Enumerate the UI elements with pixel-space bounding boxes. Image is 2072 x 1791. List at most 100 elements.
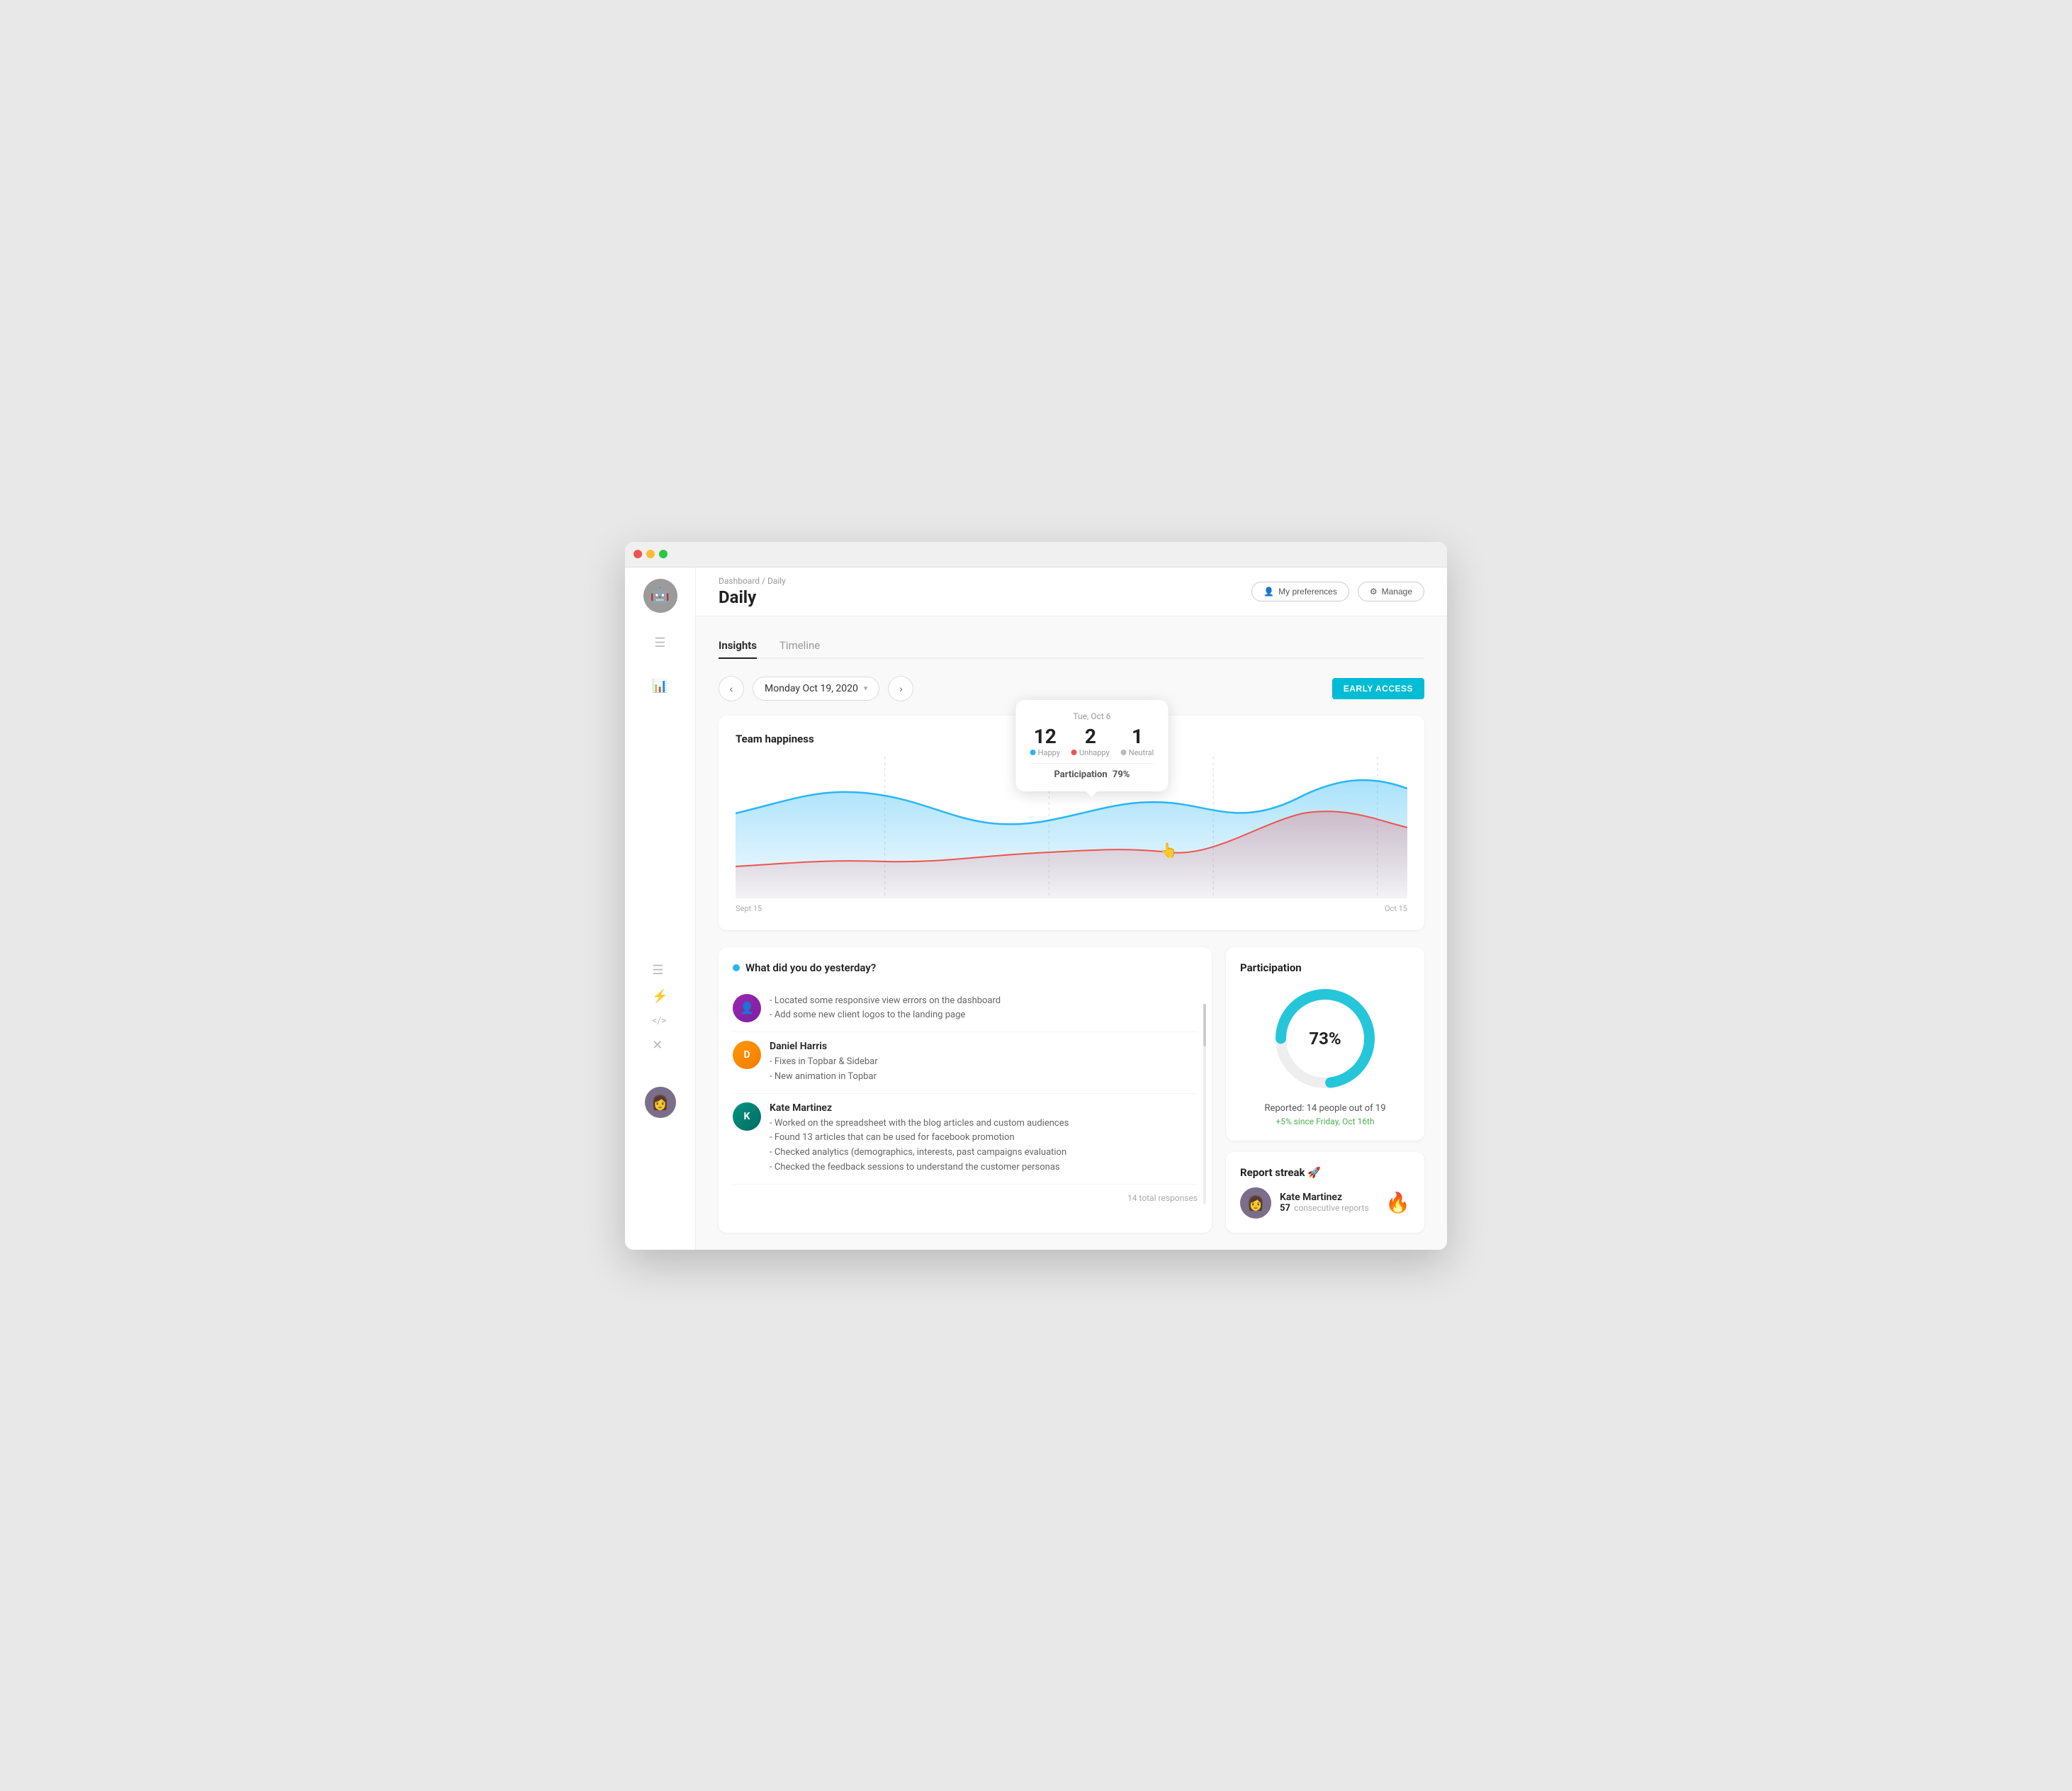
participation-change: +5% since Friday, Oct 16th bbox=[1240, 1117, 1410, 1126]
gear-icon: ⚙ bbox=[1370, 587, 1378, 597]
chevron-down-icon: ▾ bbox=[864, 684, 868, 693]
chart-labels: Sept 15 Oct 15 bbox=[736, 904, 1407, 913]
streak-count: 57 consecutive reports bbox=[1280, 1203, 1377, 1214]
close-icon[interactable]: ✕ bbox=[646, 1032, 673, 1058]
next-arrow-icon: › bbox=[899, 683, 903, 694]
robot-icon: 🤖 bbox=[651, 587, 670, 604]
response-content-1: Daniel Harris - Fixes in Topbar & Sideba… bbox=[770, 1041, 1198, 1085]
response-text-1: - Fixes in Topbar & Sidebar - New animat… bbox=[770, 1055, 1198, 1085]
donut-label: 73% bbox=[1309, 1029, 1341, 1049]
menu-icon-2[interactable]: ☰ bbox=[646, 957, 673, 983]
happy-dot bbox=[1030, 750, 1036, 755]
right-column: Participation 73% Reported: 14 bbox=[1226, 947, 1424, 1233]
responses-blue-dot bbox=[733, 964, 740, 971]
prev-date-button[interactable]: ‹ bbox=[719, 676, 744, 701]
code-icon[interactable]: </> bbox=[646, 1010, 673, 1032]
topbar-left: Dashboard / Daily Daily bbox=[719, 576, 786, 607]
tooltip-unhappy: 2 Unhappy bbox=[1071, 727, 1110, 757]
response-avatar-0: 👤 bbox=[733, 994, 761, 1022]
streak-avatar: 👩 bbox=[1240, 1187, 1271, 1219]
tooltip-stats: 12 Happy 2 bbox=[1030, 727, 1154, 757]
chart-card: Team happiness Tue, Oct 6 12 Happy bbox=[719, 716, 1424, 930]
manage-label: Manage bbox=[1382, 587, 1412, 597]
cursor-dot bbox=[1165, 849, 1173, 856]
donut-container: 73% bbox=[1272, 985, 1378, 1092]
streak-info: Kate Martinez 57 consecutive reports bbox=[1280, 1192, 1377, 1214]
response-text-2: - Worked on the spreadsheet with the blo… bbox=[770, 1117, 1198, 1175]
content-area: Insights Timeline ‹ Monday Oct 19, 2020 … bbox=[696, 616, 1447, 1250]
response-avatar-1: D bbox=[733, 1041, 761, 1069]
streak-person: 👩 Kate Martinez 57 consecutive reports 🔥 bbox=[1240, 1187, 1410, 1219]
minimize-dot[interactable] bbox=[646, 550, 655, 558]
fire-icon: 🔥 bbox=[1385, 1191, 1410, 1214]
streak-title: Report streak 🚀 bbox=[1240, 1166, 1410, 1179]
neutral-dot bbox=[1121, 750, 1127, 755]
responses-card: What did you do yesterday? 👤 - Located s… bbox=[719, 947, 1212, 1233]
chart-x-end: Oct 15 bbox=[1385, 904, 1407, 913]
app-window: 🤖 ☰ 📊 ☰ ⚡ </> ✕ 👩 Dashboard / Daily Dail… bbox=[625, 542, 1447, 1250]
next-date-button[interactable]: › bbox=[888, 676, 913, 701]
close-dot[interactable] bbox=[634, 550, 642, 558]
response-item-0: 👤 - Located some responsive view errors … bbox=[733, 985, 1198, 1033]
scrollbar-track[interactable] bbox=[1203, 1004, 1206, 1204]
neutral-label: Neutral bbox=[1121, 748, 1154, 757]
chart-area[interactable]: Tue, Oct 6 12 Happy bbox=[736, 757, 1407, 898]
unhappy-count: 2 bbox=[1071, 727, 1110, 747]
early-access-button[interactable]: EARLY ACCESS bbox=[1332, 678, 1424, 699]
tooltip-neutral: 1 Neutral bbox=[1121, 727, 1154, 757]
manage-button[interactable]: ⚙ Manage bbox=[1358, 582, 1424, 601]
sidebar-bottom-group: ☰ ⚡ </> ✕ bbox=[646, 957, 673, 1058]
tooltip-date: Tue, Oct 6 bbox=[1030, 711, 1154, 721]
participation-title: Participation bbox=[1240, 961, 1410, 974]
tabs: Insights Timeline bbox=[719, 633, 1424, 659]
tab-insights[interactable]: Insights bbox=[719, 633, 757, 659]
response-name-2: Kate Martinez bbox=[770, 1102, 1198, 1114]
menu-icon-1[interactable]: ☰ bbox=[648, 630, 671, 656]
tooltip-participation: Participation 79% bbox=[1030, 763, 1154, 780]
responses-footer: 14 total responses bbox=[733, 1193, 1198, 1203]
preferences-label: My preferences bbox=[1278, 587, 1337, 597]
page-title: Daily bbox=[719, 587, 786, 607]
chart-tooltip: Tue, Oct 6 12 Happy bbox=[1016, 700, 1169, 791]
response-content-0: - Located some responsive view errors on… bbox=[770, 994, 1198, 1024]
happy-count: 12 bbox=[1030, 727, 1060, 747]
bottom-grid: What did you do yesterday? 👤 - Located s… bbox=[719, 947, 1424, 1233]
participation-reported: Reported: 14 people out of 19 bbox=[1240, 1103, 1410, 1114]
response-name-1: Daniel Harris bbox=[770, 1041, 1198, 1052]
settings-icon[interactable]: ⚡ bbox=[646, 983, 673, 1010]
response-content-2: Kate Martinez - Worked on the spreadshee… bbox=[770, 1102, 1198, 1175]
chart-icon[interactable]: 📊 bbox=[646, 673, 673, 699]
streak-card: Report streak 🚀 👩 Kate Martinez 57 conse… bbox=[1226, 1152, 1424, 1233]
response-avatar-2: K bbox=[733, 1102, 761, 1131]
user-pref-icon: 👤 bbox=[1263, 587, 1274, 597]
response-text-0: - Located some responsive view errors on… bbox=[770, 994, 1198, 1024]
participation-card: Participation 73% Reported: 14 bbox=[1226, 947, 1424, 1141]
response-item-2: K Kate Martinez - Worked on the spreadsh… bbox=[733, 1094, 1198, 1185]
sidebar: 🤖 ☰ 📊 ☰ ⚡ </> ✕ 👩 bbox=[625, 567, 696, 1250]
breadcrumb: Dashboard / Daily bbox=[719, 576, 786, 586]
user-avatar-icon: 👩 bbox=[651, 1094, 669, 1111]
user-avatar[interactable]: 👩 bbox=[645, 1087, 676, 1118]
responses-header: What did you do yesterday? bbox=[733, 961, 1198, 974]
maximize-dot[interactable] bbox=[659, 550, 668, 558]
scrollbar-thumb[interactable] bbox=[1203, 1004, 1206, 1046]
unhappy-label: Unhappy bbox=[1071, 748, 1110, 757]
sidebar-top-avatar[interactable]: 🤖 bbox=[643, 579, 677, 613]
date-value: Monday Oct 19, 2020 bbox=[765, 683, 858, 694]
unhappy-dot bbox=[1071, 750, 1077, 755]
chart-x-start: Sept 15 bbox=[736, 904, 762, 913]
streak-name: Kate Martinez bbox=[1280, 1192, 1377, 1203]
response-item-1: D Daniel Harris - Fixes in Topbar & Side… bbox=[733, 1032, 1198, 1094]
happy-label: Happy bbox=[1030, 748, 1060, 757]
neutral-count: 1 bbox=[1121, 727, 1154, 747]
date-nav: ‹ Monday Oct 19, 2020 ▾ › EARLY ACCESS bbox=[719, 676, 1424, 701]
topbar: Dashboard / Daily Daily 👤 My preferences… bbox=[696, 567, 1447, 616]
main-content: Dashboard / Daily Daily 👤 My preferences… bbox=[696, 567, 1447, 1250]
titlebar bbox=[625, 542, 1447, 567]
prev-arrow-icon: ‹ bbox=[730, 683, 733, 694]
app-body: 🤖 ☰ 📊 ☰ ⚡ </> ✕ 👩 Dashboard / Daily Dail… bbox=[625, 567, 1447, 1250]
tab-timeline[interactable]: Timeline bbox=[779, 633, 820, 659]
date-selector[interactable]: Monday Oct 19, 2020 ▾ bbox=[753, 677, 879, 701]
preferences-button[interactable]: 👤 My preferences bbox=[1251, 582, 1349, 601]
topbar-actions: 👤 My preferences ⚙ Manage bbox=[1251, 582, 1424, 601]
